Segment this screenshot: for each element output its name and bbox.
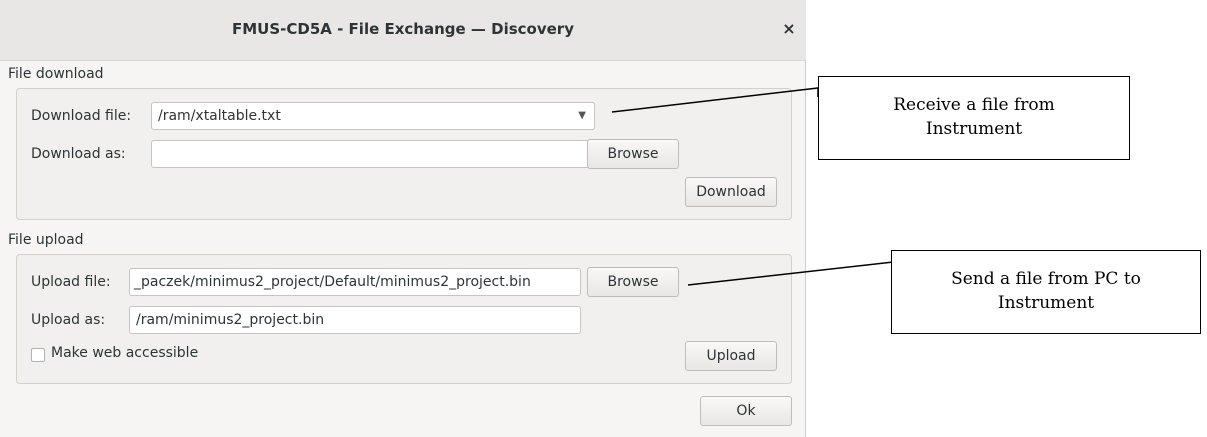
callout-leader-lines xyxy=(611,87,894,286)
send-callout: Send a file from PC to Instrument xyxy=(891,250,1201,334)
receive-callout-line-2: Instrument xyxy=(925,119,1023,139)
send-callout-line-2: Instrument xyxy=(997,293,1095,313)
receive-callout: Receive a file from Instrument xyxy=(818,76,1130,160)
receive-callout-line-1: Receive a file from xyxy=(893,95,1055,115)
send-callout-line-1: Send a file from PC to xyxy=(951,269,1141,289)
